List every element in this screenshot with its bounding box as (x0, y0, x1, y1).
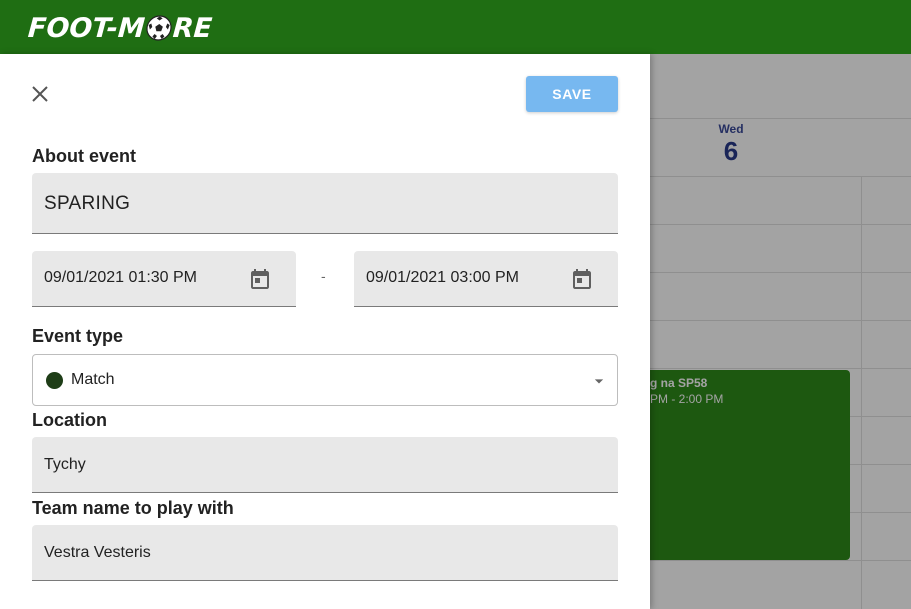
team-name-value: Vestra Vesteris (44, 544, 151, 561)
location-label: Location (32, 410, 107, 430)
close-icon[interactable] (28, 82, 52, 106)
event-type-color-dot (46, 372, 63, 389)
calendar-icon[interactable] (570, 267, 594, 291)
location-value: Tychy (44, 456, 86, 473)
about-event-label: About event (32, 146, 137, 166)
app-logo[interactable]: FOOT-M RE (27, 9, 214, 47)
logo-text-right: RE (171, 12, 214, 44)
calendar-icon[interactable] (248, 267, 272, 291)
app-header: FOOT-M RE (0, 0, 911, 54)
team-name-label: Team name to play with (32, 498, 234, 518)
event-type-value: Match (71, 371, 115, 388)
event-type-select[interactable]: Match (32, 354, 618, 406)
event-title-value: SPARING (44, 193, 131, 214)
end-datetime-value: 09/01/2021 03:00 PM (366, 269, 520, 286)
logo-text-left: FOOT-M (26, 12, 146, 44)
football-icon (146, 15, 172, 41)
event-type-label: Event type (32, 326, 124, 346)
save-button[interactable]: SAVE (526, 76, 618, 112)
location-field[interactable]: Tychy (32, 437, 618, 493)
modal-backdrop[interactable] (650, 54, 911, 609)
dropdown-arrow-icon[interactable] (589, 371, 609, 391)
event-title-field[interactable]: SPARING (32, 173, 618, 234)
date-range-separator: - (321, 268, 326, 284)
end-datetime-field[interactable]: 09/01/2021 03:00 PM (354, 251, 618, 307)
start-datetime-value: 09/01/2021 01:30 PM (44, 269, 198, 286)
event-editor-drawer: SAVE About event SPARING 09/01/2021 01:3… (0, 54, 650, 609)
team-name-field[interactable]: Vestra Vesteris (32, 525, 618, 581)
start-datetime-field[interactable]: 09/01/2021 01:30 PM (32, 251, 296, 307)
